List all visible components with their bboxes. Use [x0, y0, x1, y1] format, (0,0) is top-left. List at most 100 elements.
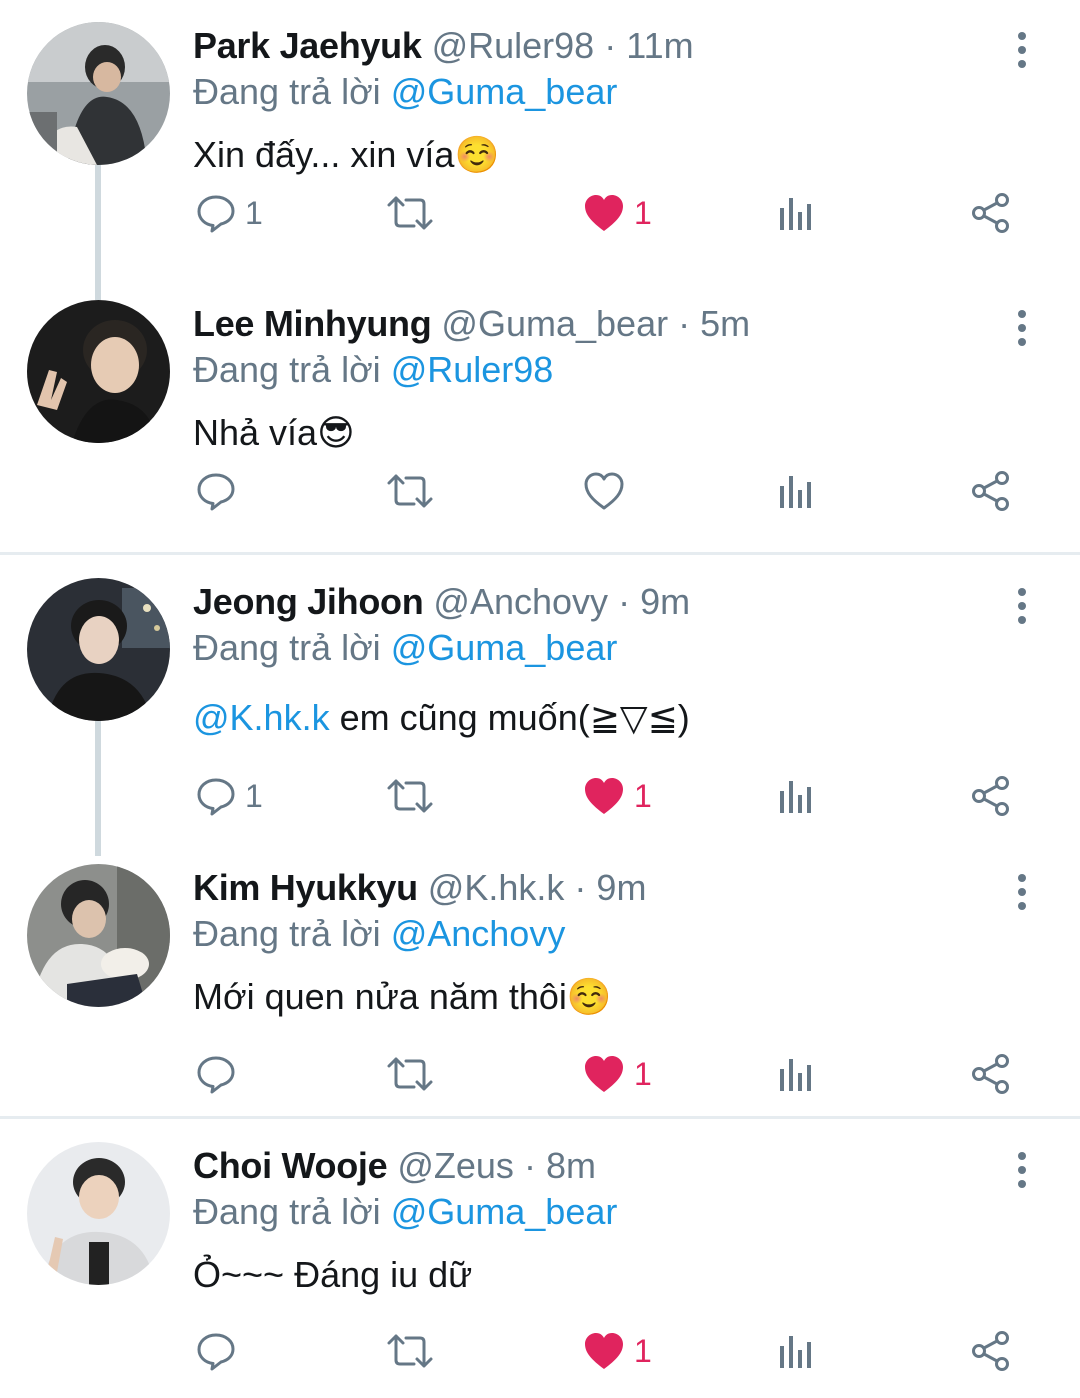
replying-to: Đang trả lời @Guma_bear — [193, 626, 617, 670]
user-handle[interactable]: @Zeus — [397, 1145, 514, 1186]
reply-button[interactable]: 1 — [195, 188, 263, 238]
share-button[interactable] — [970, 188, 1012, 238]
retweet-button[interactable] — [386, 1049, 434, 1099]
more-options-icon[interactable] — [1006, 30, 1038, 70]
heart-filled-icon — [585, 1333, 623, 1369]
text-mention[interactable]: @K.hk.k — [193, 697, 330, 738]
avatar[interactable] — [27, 300, 170, 443]
more-options-icon[interactable] — [1006, 872, 1038, 912]
avatar[interactable] — [27, 22, 170, 165]
like-button[interactable]: 1 — [582, 1326, 652, 1376]
like-button[interactable]: 1 — [582, 1049, 652, 1099]
separator-dot: · — [523, 1145, 536, 1186]
tweet[interactable]: Jeong Jihoon @Anchovy · 9m Đang trả lời … — [0, 556, 1080, 856]
tweet[interactable]: Choi Wooje @Zeus · 8m Đang trả lời @Guma… — [0, 1120, 1080, 1398]
analytics-button[interactable] — [778, 188, 814, 238]
reply-button[interactable] — [195, 1326, 245, 1376]
action-bar — [0, 466, 1080, 516]
retweet-button[interactable] — [386, 188, 434, 238]
tweet-text: Nhả vía😎 — [193, 411, 355, 455]
tweet-text-content: Nhả vía😎 — [193, 412, 355, 453]
retweet-icon — [387, 1334, 433, 1368]
retweet-button[interactable] — [386, 466, 434, 516]
like-button[interactable]: 1 — [582, 188, 652, 238]
timestamp[interactable]: 11m — [626, 25, 693, 66]
reply-button[interactable] — [195, 1049, 245, 1099]
like-button[interactable]: 1 — [582, 771, 652, 821]
reply-icon — [197, 778, 235, 816]
display-name[interactable]: Jeong Jihoon — [193, 581, 424, 622]
tweet[interactable]: Park Jaehyuk @Ruler98 · 11m Đang trả lời… — [0, 0, 1080, 295]
avatar[interactable] — [27, 1142, 170, 1285]
user-handle[interactable]: @Guma_bear — [441, 303, 668, 344]
reply-to-mention[interactable]: @Ruler98 — [391, 349, 554, 390]
reply-button[interactable]: 1 — [195, 771, 263, 821]
more-options-icon[interactable] — [1006, 1150, 1038, 1190]
reply-to-mention[interactable]: @Guma_bear — [391, 627, 618, 668]
reply-prefix: Đang trả lời — [193, 349, 381, 390]
analytics-icon — [780, 1059, 811, 1091]
like-button[interactable] — [582, 466, 634, 516]
reply-button[interactable] — [195, 466, 245, 516]
like-count: 1 — [634, 777, 652, 814]
retweet-button[interactable] — [386, 771, 434, 821]
separator-dot: · — [604, 25, 617, 66]
tweet[interactable]: Kim Hyukkyu @K.hk.k · 9m Đang trả lời @A… — [0, 842, 1080, 1120]
retweet-button[interactable] — [386, 1326, 434, 1376]
tweet[interactable]: Lee Minhyung @Guma_bear · 5m Đang trả lờ… — [0, 278, 1080, 556]
display-name[interactable]: Kim Hyukkyu — [193, 867, 418, 908]
reply-to-mention[interactable]: @Anchovy — [391, 913, 566, 954]
share-button[interactable] — [970, 1049, 1012, 1099]
thread-divider — [0, 552, 1080, 555]
action-bar: 1 1 — [0, 771, 1080, 821]
timestamp[interactable]: 9m — [596, 867, 646, 908]
timestamp[interactable]: 5m — [700, 303, 750, 344]
analytics-button[interactable] — [778, 1049, 814, 1099]
display-name[interactable]: Lee Minhyung — [193, 303, 432, 344]
timestamp[interactable]: 9m — [640, 581, 690, 622]
heart-filled-icon — [585, 778, 623, 814]
user-handle[interactable]: @Ruler98 — [432, 25, 595, 66]
tweet-text: Ỏ~~~ Đáng iu dữ — [193, 1253, 472, 1297]
analytics-button[interactable] — [778, 771, 814, 821]
user-handle[interactable]: @Anchovy — [433, 581, 608, 622]
share-button[interactable] — [970, 466, 1012, 516]
separator-dot: · — [618, 581, 631, 622]
thread-line — [95, 278, 101, 300]
heart-filled-icon — [585, 1056, 623, 1092]
reply-to-mention[interactable]: @Guma_bear — [391, 71, 618, 112]
tweet-header: Park Jaehyuk @Ruler98 · 11m — [193, 24, 694, 68]
display-name[interactable]: Park Jaehyuk — [193, 25, 422, 66]
reply-prefix: Đang trả lời — [193, 71, 381, 112]
analytics-button[interactable] — [778, 466, 814, 516]
avatar[interactable] — [27, 864, 170, 1007]
replying-to: Đang trả lời @Anchovy — [193, 912, 565, 956]
tweet-text-content: Ỏ~~~ Đáng iu dữ — [193, 1254, 473, 1295]
action-bar: 1 — [0, 1049, 1080, 1099]
tweet-text: Xin đấy... xin vía☺️ — [193, 133, 499, 177]
share-icon — [972, 193, 1009, 233]
user-handle[interactable]: @K.hk.k — [428, 867, 565, 908]
avatar[interactable] — [27, 578, 170, 721]
tweet-header: Choi Wooje @Zeus · 8m — [193, 1144, 596, 1188]
tweet-header: Lee Minhyung @Guma_bear · 5m — [193, 302, 750, 346]
retweet-icon — [387, 779, 433, 813]
share-button[interactable] — [970, 771, 1012, 821]
share-button[interactable] — [970, 1326, 1012, 1376]
analytics-button[interactable] — [778, 1326, 814, 1376]
reply-to-mention[interactable]: @Guma_bear — [391, 1191, 618, 1232]
timestamp[interactable]: 8m — [546, 1145, 596, 1186]
heart-filled-icon — [585, 195, 623, 231]
separator-dot: · — [678, 303, 691, 344]
more-options-icon[interactable] — [1006, 308, 1038, 348]
reply-prefix: Đang trả lời — [193, 1191, 381, 1232]
like-count: 1 — [634, 1055, 652, 1092]
tweet-text-content: em cũng muốn(≧▽≦) — [329, 697, 690, 738]
reply-icon — [197, 195, 235, 233]
retweet-icon — [387, 196, 433, 230]
more-options-icon[interactable] — [1006, 586, 1038, 626]
replying-to: Đang trả lời @Ruler98 — [193, 348, 553, 392]
display-name[interactable]: Choi Wooje — [193, 1145, 388, 1186]
thread-divider — [0, 1116, 1080, 1119]
reply-count: 1 — [245, 194, 263, 231]
